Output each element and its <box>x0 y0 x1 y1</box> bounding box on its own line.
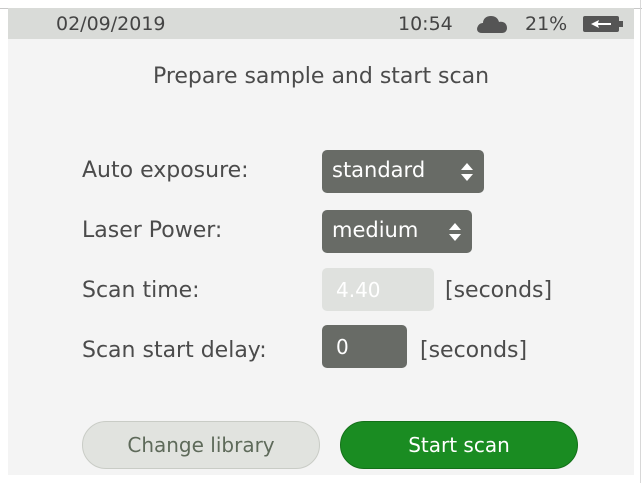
start-scan-button[interactable]: Start scan <box>340 421 578 469</box>
laser-power-value: medium <box>332 218 419 242</box>
scan-time-input: 4.40 <box>322 268 434 311</box>
scan-start-delay-input[interactable]: 0 <box>322 325 407 368</box>
battery-charging-icon <box>583 16 623 32</box>
auto-exposure-select[interactable]: standard <box>322 150 484 193</box>
scan-start-delay-label: Scan start delay: <box>82 338 267 363</box>
status-date: 02/09/2019 <box>56 13 166 35</box>
page-title: Prepare sample and start scan <box>152 64 490 89</box>
battery-percent: 21% <box>525 13 568 35</box>
cloud-icon <box>477 16 507 33</box>
updown-arrows-icon <box>449 223 461 241</box>
status-bar: 02/09/2019 10:54 21% <box>8 8 634 39</box>
change-library-button[interactable]: Change library <box>82 421 320 469</box>
auto-exposure-label: Auto exposure: <box>82 158 249 183</box>
status-time: 10:54 <box>398 13 453 35</box>
updown-arrows-icon <box>461 163 473 181</box>
scan-time-unit: [seconds] <box>445 278 553 303</box>
auto-exposure-value: standard <box>332 158 426 182</box>
right-border <box>640 0 641 483</box>
laser-power-label: Laser Power: <box>82 218 223 243</box>
scan-start-delay-unit: [seconds] <box>420 338 528 363</box>
scan-setup-screen: 02/09/2019 10:54 21% Prepare sample and … <box>8 8 634 475</box>
laser-power-select[interactable]: medium <box>322 210 472 253</box>
scan-time-label: Scan time: <box>82 278 200 303</box>
